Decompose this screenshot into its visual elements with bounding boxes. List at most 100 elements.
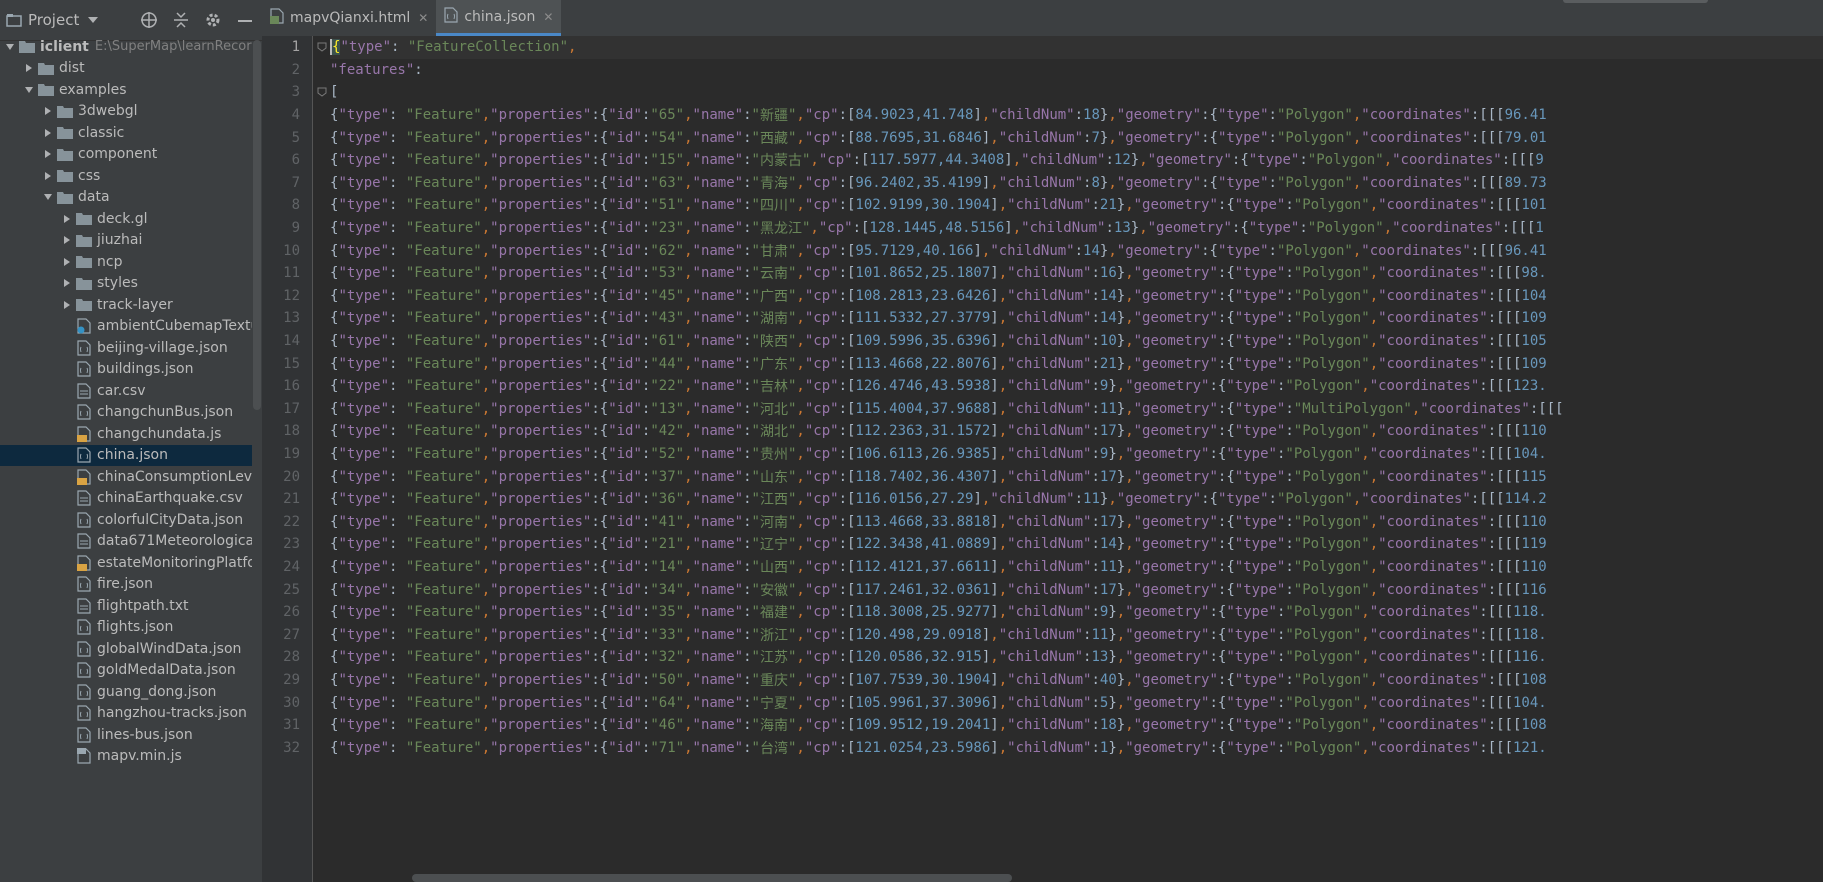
close-icon[interactable]: ✕	[418, 11, 428, 25]
tab-mapvqianxi[interactable]: mapvQianxi.html ✕	[262, 0, 436, 36]
code-line: 12{"type": "Feature", "properties":{"id":…	[283, 287, 1547, 305]
chevron-right-icon[interactable]	[40, 125, 56, 141]
json-file-icon	[75, 404, 93, 420]
js-file-icon	[75, 426, 93, 442]
tree-file[interactable]: lines-bus.json	[0, 724, 252, 746]
search-everywhere-bar[interactable]	[1563, 0, 1708, 3]
tree-file[interactable]: estateMonitoringPlatformD	[0, 552, 252, 574]
folder-icon	[56, 125, 74, 141]
tree-file[interactable]: buildings.json	[0, 359, 252, 381]
code-line: 31{"type": "Feature", "properties":{"id":…	[283, 717, 1547, 735]
chevron-down-icon[interactable]	[40, 189, 56, 205]
code-line: 1 {"type": "FeatureCollection",	[292, 36, 1823, 59]
code-line: 6{"type": "Feature", "properties":{"id": "…	[291, 152, 1544, 170]
tree-file[interactable]: changchunBus.json	[0, 402, 252, 424]
tree-item-label: flightpath.txt	[97, 597, 189, 614]
locate-icon[interactable]	[138, 9, 160, 31]
tree-item-label: hangzhou-tracks.json	[97, 705, 247, 722]
tree-folder[interactable]: ncp	[0, 251, 252, 273]
editor-area: mapvQianxi.html ✕ china.json ✕ 1 {"type": "…	[262, 0, 1823, 882]
tree-folder[interactable]: data	[0, 187, 252, 209]
tree-file[interactable]: goldMedalData.json	[0, 660, 252, 682]
tree-item-label: deck.gl	[97, 210, 148, 227]
root-path: E:\SuperMap\learnRecords\icl	[94, 39, 252, 55]
editor-tabs: mapvQianxi.html ✕ china.json ✕	[262, 0, 1823, 37]
tree-folder[interactable]: jiuzhai	[0, 230, 252, 252]
project-scrollbar[interactable]	[253, 40, 261, 410]
json-file-icon	[75, 641, 93, 657]
json-file-icon	[75, 512, 93, 528]
tree-folder[interactable]: styles	[0, 273, 252, 295]
tree-folder[interactable]: dist	[0, 58, 252, 80]
tree-file[interactable]: flights.json	[0, 617, 252, 639]
json-file-icon	[75, 662, 93, 678]
tree-folder[interactable]: classic	[0, 122, 252, 144]
tree-file[interactable]: ambientCubemapTexture.hd	[0, 316, 252, 338]
tree-file[interactable]: car.csv	[0, 380, 252, 402]
tree-file[interactable]: chinaConsumptionLevel.js	[0, 466, 252, 488]
chevron-right-icon[interactable]	[59, 254, 75, 270]
tree-item-label: goldMedalData.json	[97, 662, 236, 679]
chevron-right-icon[interactable]	[59, 275, 75, 291]
fold-marker-icon[interactable]	[317, 42, 327, 52]
chevron-right-icon[interactable]	[40, 103, 56, 119]
tree-root[interactable]: iclient E:\SuperMap\learnRecords\icl	[0, 36, 252, 58]
hide-panel-icon[interactable]	[234, 9, 256, 31]
tree-file[interactable]: guang_dong.json	[0, 681, 252, 703]
tree-file[interactable]: beijing-village.json	[0, 337, 252, 359]
chevron-right-icon[interactable]	[40, 146, 56, 162]
tree-file[interactable]: hangzhou-tracks.json	[0, 703, 252, 725]
close-icon[interactable]: ✕	[543, 10, 553, 24]
tree-folder[interactable]: 3dwebgl	[0, 101, 252, 123]
json-file-icon	[75, 705, 93, 721]
tree-folder[interactable]: css	[0, 165, 252, 187]
code-editor[interactable]: 1 {"type": "FeatureCollection", 2 "featu…	[283, 36, 1823, 759]
tree-file[interactable]: mapv.min.js	[0, 746, 252, 768]
tree-item-label: car.csv	[97, 382, 146, 399]
tree-folder[interactable]: track-layer	[0, 294, 252, 316]
chevron-right-icon[interactable]	[40, 168, 56, 184]
code-line: 17{"type": "Feature", "properties":{"id":…	[283, 400, 1564, 418]
project-panel: Project iclient E:\SuperMap\learnRecords…	[0, 0, 262, 882]
tree-file[interactable]: globalWindData.json	[0, 638, 252, 660]
json-file-icon	[75, 447, 93, 463]
chevron-right-icon[interactable]	[59, 232, 75, 248]
tree-file[interactable]: fire.json	[0, 574, 252, 596]
tab-china-json[interactable]: china.json ✕	[436, 0, 562, 36]
tree-item-label: mapv.min.js	[97, 748, 182, 765]
text-file-icon	[75, 598, 93, 614]
text-file-icon	[75, 533, 93, 549]
tree-file[interactable]: china.json	[0, 444, 252, 466]
tree-item-label: lines-bus.json	[97, 726, 193, 743]
tree-file[interactable]: changchundata.js	[0, 423, 252, 445]
collapse-all-icon[interactable]	[170, 9, 192, 31]
tree-file[interactable]: chinaEarthquake.csv	[0, 488, 252, 510]
json-file-icon	[75, 619, 93, 635]
code-line: 10{"type": "Feature", "properties":{"id":…	[283, 242, 1547, 260]
tree-folder[interactable]: deck.gl	[0, 208, 252, 230]
js-file-icon	[75, 555, 93, 571]
tree-item-label: buildings.json	[97, 361, 194, 378]
code-line: 3 [	[291, 84, 339, 101]
json-file-icon	[75, 684, 93, 700]
project-tree: iclient E:\SuperMap\learnRecords\icl dis…	[0, 36, 252, 767]
chevron-down-icon[interactable]	[21, 82, 37, 98]
chevron-down-icon[interactable]	[2, 39, 18, 55]
chevron-right-icon[interactable]	[59, 297, 75, 313]
tree-file[interactable]: data671MeteorologicalStat	[0, 531, 252, 553]
project-view-selector[interactable]: Project	[6, 11, 99, 29]
tree-folder[interactable]: examples	[0, 79, 252, 101]
fold-marker-icon[interactable]	[317, 87, 327, 97]
gear-icon[interactable]	[202, 9, 224, 31]
tree-file[interactable]: colorfulCityData.json	[0, 509, 252, 531]
folder-icon	[18, 39, 36, 55]
folder-icon	[56, 189, 74, 205]
html-file-icon	[270, 8, 284, 28]
tree-item-label: colorfulCityData.json	[97, 511, 244, 528]
tree-folder[interactable]: component	[0, 144, 252, 166]
tree-file[interactable]: flightpath.txt	[0, 595, 252, 617]
chevron-right-icon[interactable]	[21, 60, 37, 76]
horizontal-scrollbar[interactable]	[412, 874, 1012, 882]
tree-item-label: flights.json	[97, 619, 174, 636]
chevron-right-icon[interactable]	[59, 211, 75, 227]
